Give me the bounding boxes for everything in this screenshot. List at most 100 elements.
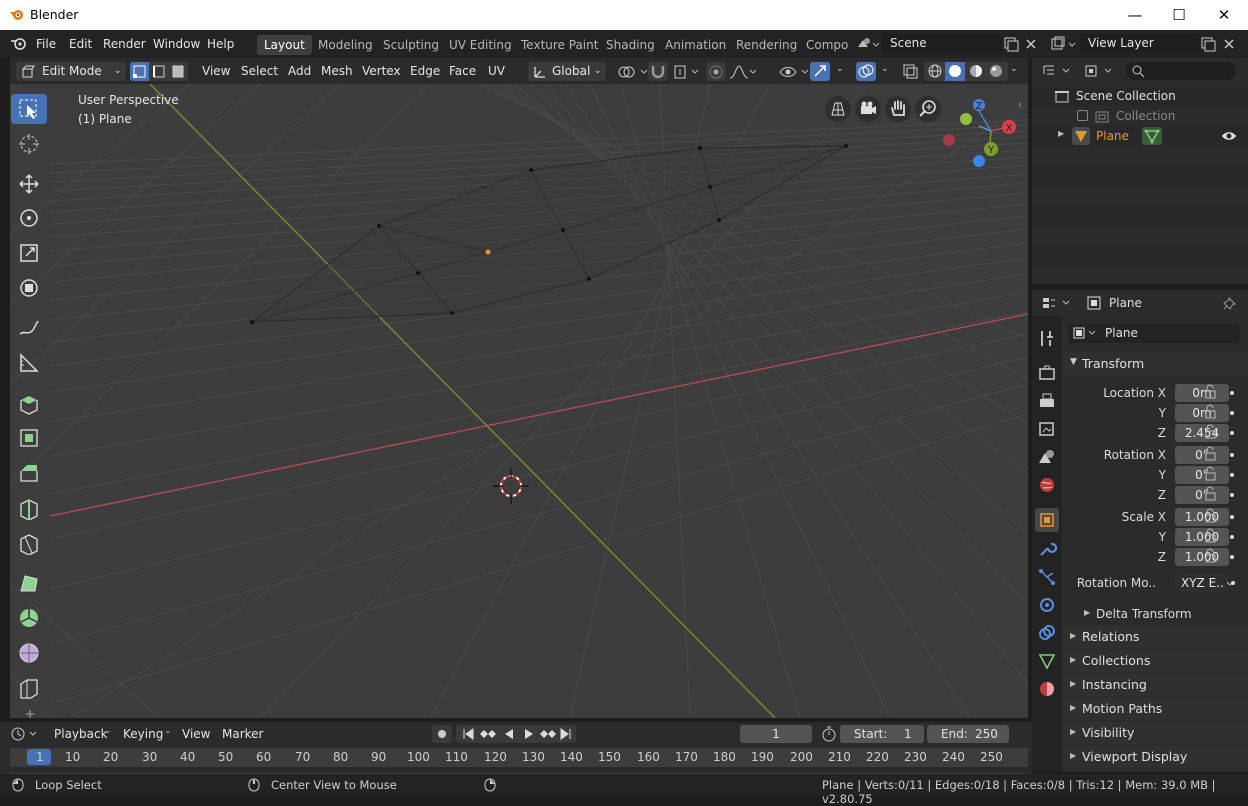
prev-keyframe-icon[interactable] bbox=[478, 725, 498, 743]
edge-select-mode-button[interactable] bbox=[150, 62, 168, 81]
constraints-icon[interactable] bbox=[1035, 621, 1059, 645]
menu-face[interactable]: Face bbox=[449, 62, 476, 81]
object-properties-tab[interactable] bbox=[1035, 508, 1059, 532]
pivot-point-icon[interactable] bbox=[616, 63, 650, 81]
pan-view-button[interactable] bbox=[885, 96, 911, 122]
editor-type-icon[interactable] bbox=[1041, 63, 1075, 79]
tab-texture-paint[interactable]: Texture Paint bbox=[514, 35, 605, 55]
mesh-data-tab-icon[interactable] bbox=[1035, 649, 1059, 673]
play-icon[interactable] bbox=[518, 725, 538, 743]
expand-arrow-icon[interactable]: ▶ bbox=[1058, 129, 1064, 138]
viewport-display-panel-header[interactable]: ▶ Viewport Display bbox=[1064, 746, 1248, 768]
material-icon[interactable] bbox=[1035, 677, 1059, 701]
pin-icon[interactable] bbox=[1222, 295, 1238, 311]
lock-and-keyframe-column[interactable] bbox=[1203, 384, 1245, 568]
modifier-wrench-icon[interactable] bbox=[1035, 537, 1059, 561]
cursor-tool[interactable] bbox=[11, 129, 47, 159]
eye-icon[interactable] bbox=[1220, 129, 1238, 143]
rotate-tool[interactable] bbox=[11, 203, 47, 233]
wireframe-shading-icon[interactable] bbox=[927, 63, 943, 79]
material-shading-icon[interactable] bbox=[968, 63, 984, 79]
menu-add[interactable]: Add bbox=[288, 62, 311, 81]
tab-animation[interactable]: Animation bbox=[658, 35, 733, 55]
inset-tool[interactable] bbox=[11, 423, 47, 453]
timeline-ruler[interactable]: 1 10 20 30 40 50 60 70 80 90 100 110 120… bbox=[10, 748, 1028, 774]
scale-tool[interactable] bbox=[11, 238, 47, 268]
more-tools-icon[interactable] bbox=[18, 706, 42, 718]
render-icon[interactable] bbox=[1035, 361, 1059, 385]
move-tool[interactable] bbox=[11, 169, 47, 199]
outliner-row-collection[interactable]: Collection bbox=[1032, 106, 1248, 126]
menu-keying[interactable]: Keying bbox=[123, 727, 163, 741]
poly-build-tool[interactable] bbox=[11, 568, 47, 598]
tab-layout[interactable]: Layout bbox=[257, 35, 312, 55]
loop-cut-tool[interactable] bbox=[11, 493, 47, 523]
delete-view-layer-icon[interactable] bbox=[1222, 37, 1236, 51]
view-layer-field[interactable]: View Layer bbox=[1080, 34, 1200, 53]
relations-panel-header[interactable]: ▶ Relations bbox=[1064, 626, 1248, 648]
tab-compositing[interactable]: Compo bbox=[799, 35, 849, 55]
solid-shading-button[interactable] bbox=[945, 62, 965, 81]
tool-settings-icon[interactable] bbox=[1035, 326, 1059, 350]
start-frame-field[interactable]: Start: 1 bbox=[840, 725, 924, 743]
tab-sculpting[interactable]: Sculpting bbox=[376, 35, 446, 55]
stopwatch-icon[interactable] bbox=[820, 725, 838, 743]
display-mode-icon[interactable] bbox=[1083, 63, 1117, 79]
menu-edit[interactable]: Edit bbox=[69, 37, 92, 51]
smooth-tool[interactable] bbox=[11, 638, 47, 668]
editor-type-icon[interactable] bbox=[1041, 295, 1075, 311]
xray-icon[interactable] bbox=[900, 62, 920, 81]
scene-icon[interactable] bbox=[1035, 445, 1059, 469]
sidebar-toggle-icon[interactable]: ‹ bbox=[1018, 98, 1022, 111]
overlays-toggle[interactable] bbox=[856, 62, 876, 81]
blender-menu-icon[interactable] bbox=[10, 37, 28, 51]
scene-name-field[interactable]: Scene bbox=[882, 34, 1002, 53]
menu-timeline-view[interactable]: View bbox=[182, 727, 210, 741]
play-reverse-icon[interactable] bbox=[498, 725, 518, 743]
mesh-data-badge[interactable] bbox=[1142, 127, 1162, 145]
menu-render[interactable]: Render bbox=[103, 37, 146, 51]
tab-uv-editing[interactable]: UV Editing bbox=[442, 35, 519, 55]
keyframe-dot[interactable] bbox=[1231, 581, 1235, 585]
menu-window[interactable]: Window bbox=[153, 37, 200, 51]
menu-edge[interactable]: Edge bbox=[410, 62, 440, 81]
falloff-icon[interactable] bbox=[728, 63, 758, 81]
chevron-down-icon[interactable]: ⌄ bbox=[1010, 64, 1018, 74]
proportional-edit-toggle[interactable] bbox=[706, 62, 726, 81]
face-select-mode-button[interactable] bbox=[169, 62, 187, 81]
next-keyframe-icon[interactable] bbox=[538, 725, 558, 743]
outliner-row-scene-collection[interactable]: Scene Collection bbox=[1032, 86, 1248, 106]
record-button[interactable] bbox=[432, 725, 452, 743]
edge-slide-tool[interactable] bbox=[11, 673, 47, 703]
maximize-button[interactable]: ☐ bbox=[1156, 0, 1202, 30]
menu-uv[interactable]: UV bbox=[488, 62, 505, 81]
new-scene-icon[interactable] bbox=[1003, 36, 1019, 52]
menu-select[interactable]: Select bbox=[241, 62, 278, 81]
snap-toggle[interactable] bbox=[648, 62, 668, 81]
transform-tool[interactable] bbox=[11, 273, 47, 303]
extrude-tool[interactable] bbox=[11, 388, 47, 418]
minimize-button[interactable]: — bbox=[1112, 0, 1158, 30]
motion-paths-panel-header[interactable]: ▶ Motion Paths bbox=[1064, 698, 1248, 720]
output-icon[interactable] bbox=[1035, 389, 1059, 413]
menu-file[interactable]: File bbox=[36, 37, 56, 51]
tab-modeling[interactable]: Modeling bbox=[311, 35, 380, 55]
exclude-checkbox[interactable] bbox=[1077, 110, 1088, 121]
toggle-perspective-button[interactable] bbox=[825, 96, 851, 122]
outliner-search-field[interactable] bbox=[1126, 62, 1236, 80]
scene-selector-icon[interactable] bbox=[856, 37, 880, 51]
timeline-scrollbar[interactable] bbox=[10, 767, 1028, 773]
rotation-mode-dropdown[interactable]: XYZ E.. bbox=[1175, 574, 1229, 592]
outliner-row-plane[interactable]: ▶ Plane bbox=[1032, 126, 1248, 146]
object-name-field[interactable]: Plane bbox=[1068, 324, 1240, 343]
rendered-shading-icon[interactable] bbox=[988, 63, 1004, 79]
close-button[interactable]: ✕ bbox=[1201, 0, 1247, 30]
jump-start-icon[interactable] bbox=[458, 725, 478, 743]
mode-dropdown[interactable]: Edit Mode ⌄ bbox=[16, 62, 126, 81]
current-frame-field[interactable]: 1 bbox=[740, 725, 812, 743]
transform-panel-header[interactable]: ▼ Transform bbox=[1064, 352, 1248, 376]
spin-tool[interactable] bbox=[11, 603, 47, 633]
end-frame-field[interactable]: End: 250 bbox=[927, 725, 1009, 743]
particles-icon[interactable] bbox=[1035, 565, 1059, 589]
menu-vertex[interactable]: Vertex bbox=[362, 62, 401, 81]
